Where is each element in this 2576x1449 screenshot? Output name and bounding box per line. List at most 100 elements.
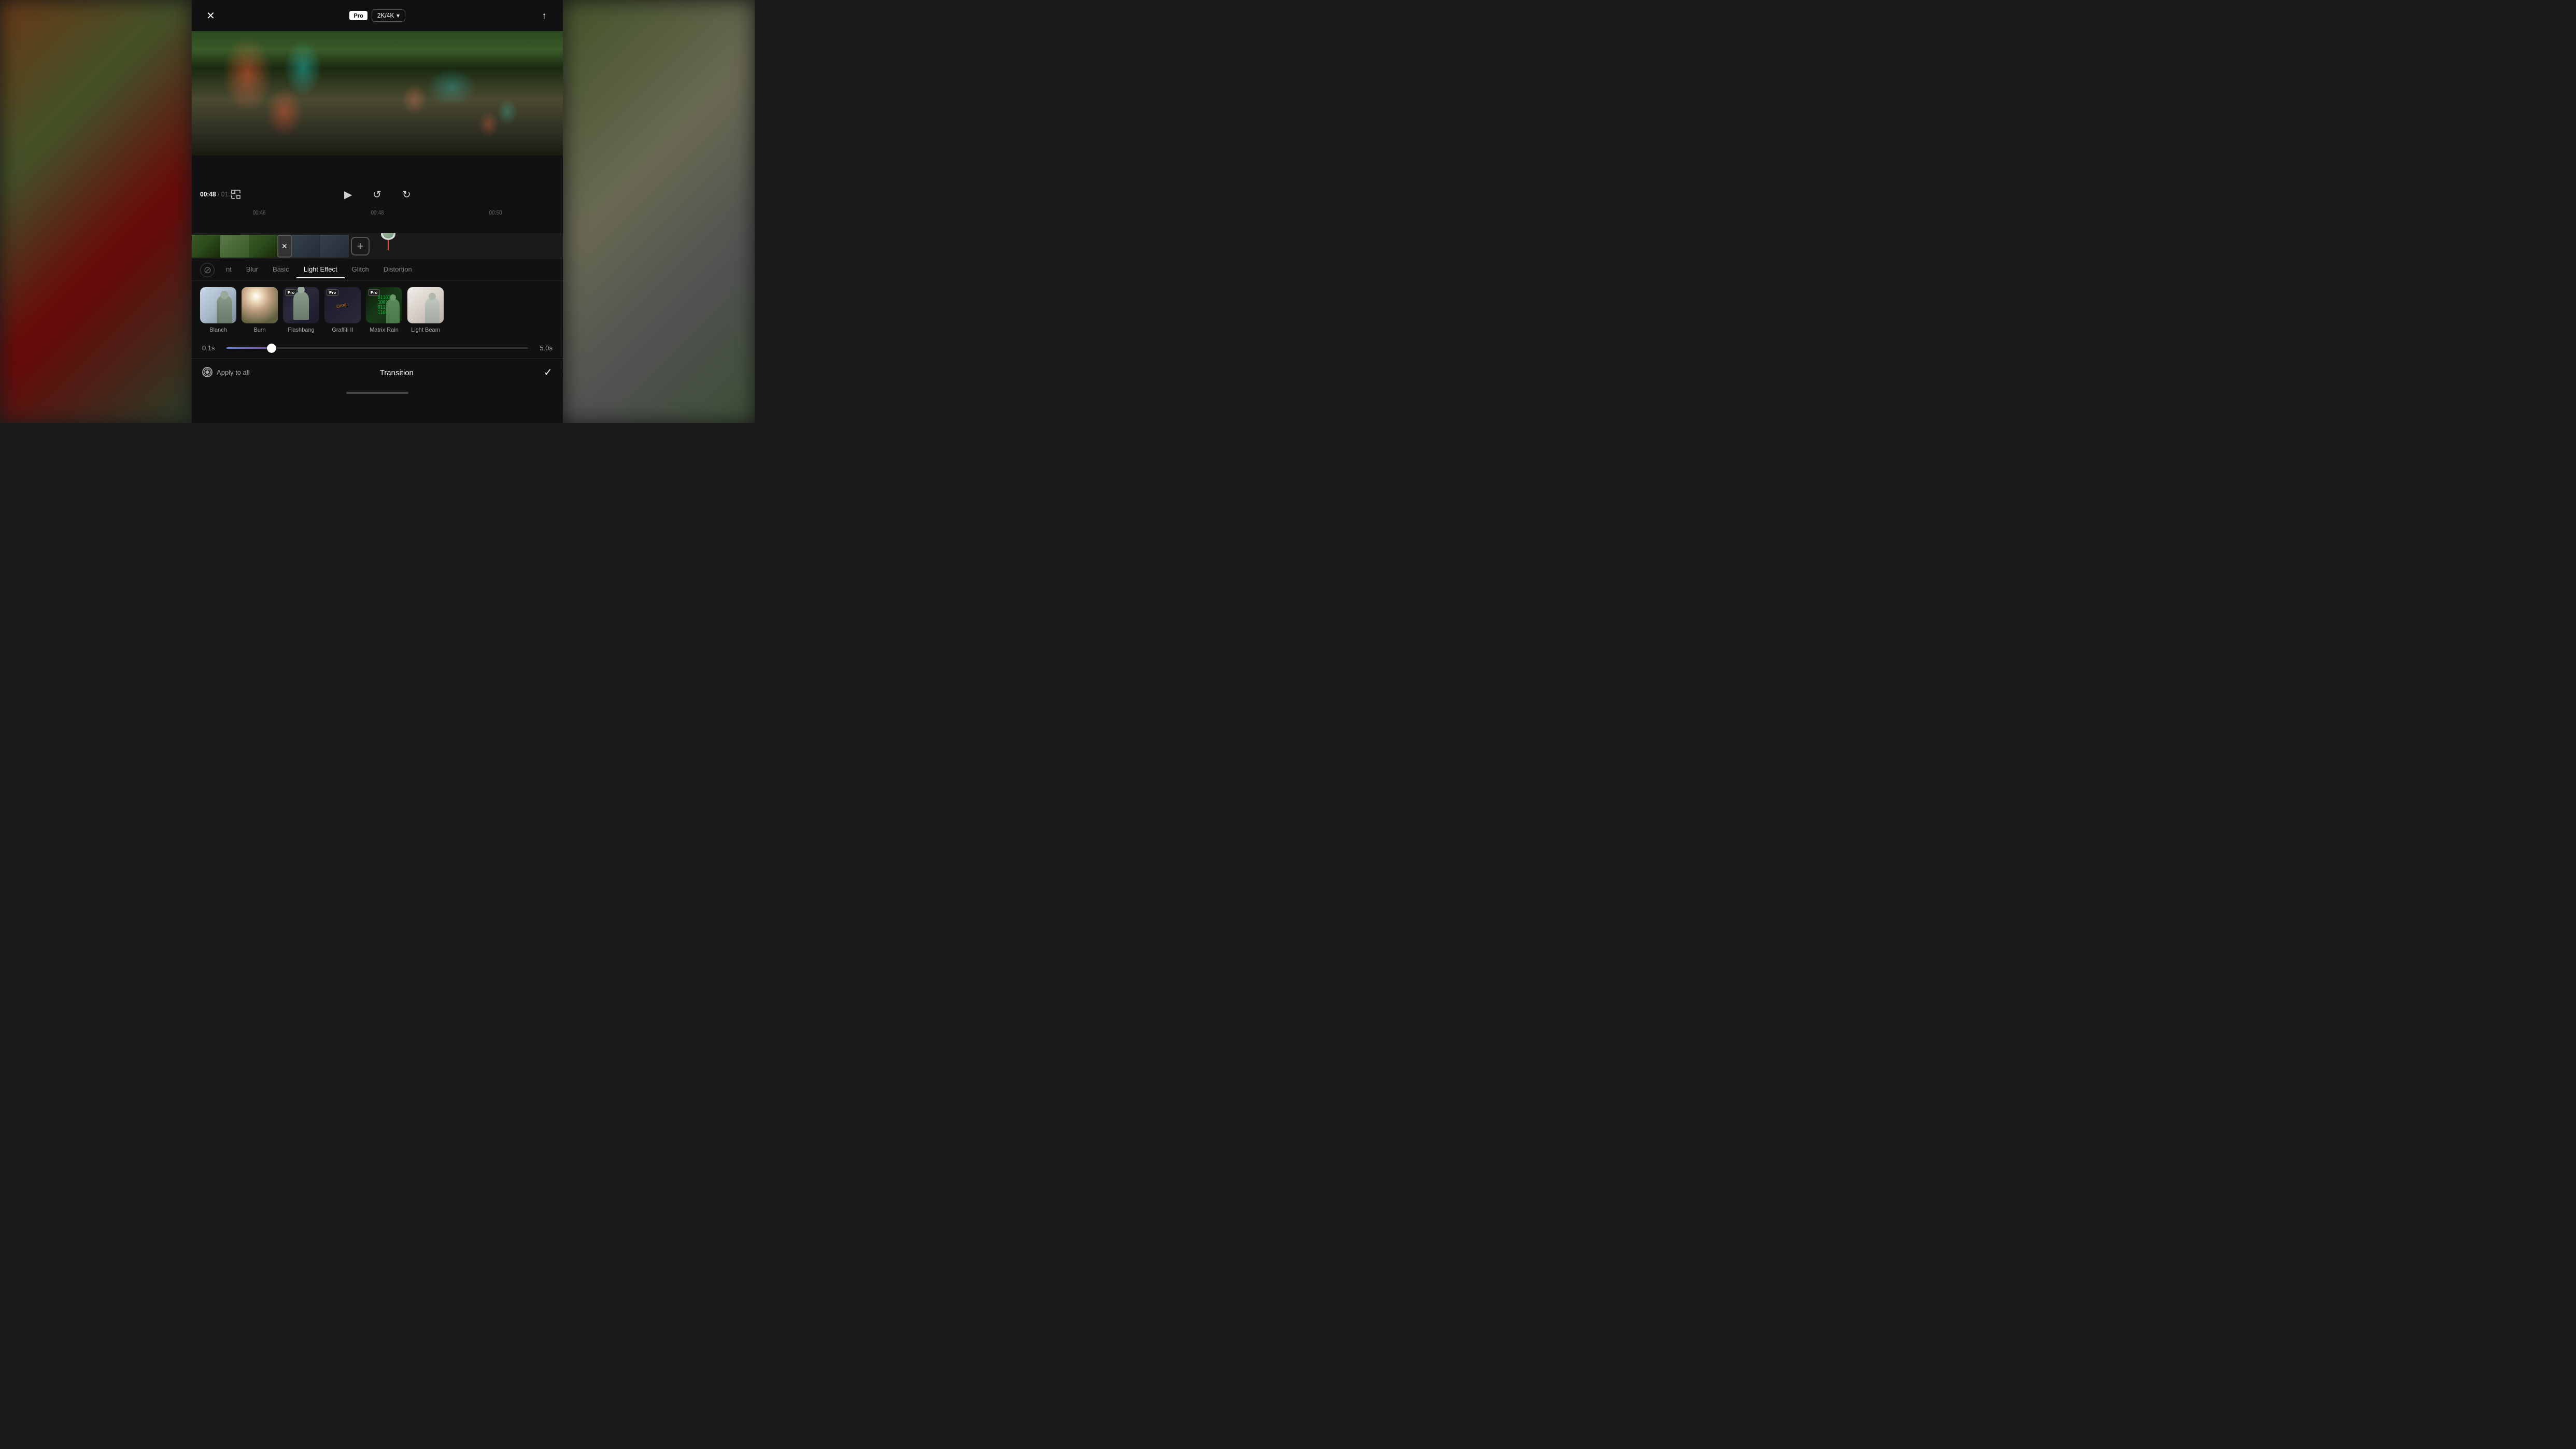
chroma-cyan-overlay bbox=[192, 31, 563, 155]
tick-00-50: 00:50 bbox=[436, 210, 555, 216]
blanch-person bbox=[217, 295, 232, 323]
svg-point-7 bbox=[206, 371, 208, 373]
toolbar-center: Pro 2K/4K ▾ bbox=[349, 9, 405, 22]
confirm-button[interactable]: ✓ bbox=[544, 366, 553, 378]
flashbang-head bbox=[298, 287, 305, 293]
thumb-img-4 bbox=[292, 235, 320, 258]
tab-blur[interactable]: Blur bbox=[239, 261, 265, 278]
effects-grid: Blanch Burn Pro Flashbang P bbox=[192, 281, 563, 338]
svg-rect-0 bbox=[232, 190, 235, 193]
timeline-ticks: 00:46 00:48 00:50 bbox=[192, 207, 563, 218]
thumbnail-4 bbox=[292, 235, 320, 258]
matrix-head bbox=[390, 294, 396, 301]
toolbar-left: ✕ bbox=[202, 7, 219, 24]
tick-00-48: 00:48 bbox=[318, 210, 436, 216]
effect-thumb-flashbang: Pro bbox=[283, 287, 319, 323]
tab-distortion[interactable]: Distortion bbox=[376, 261, 419, 278]
flashbang-content bbox=[283, 287, 319, 323]
burn-overlay bbox=[242, 287, 278, 323]
tab-none[interactable]: ⊘ bbox=[200, 263, 215, 277]
apply-icon bbox=[202, 367, 213, 377]
burn-label: Burn bbox=[253, 326, 265, 333]
home-indicator bbox=[192, 386, 563, 400]
resolution-label: 2K/4K bbox=[377, 12, 394, 19]
blanch-person-head bbox=[220, 291, 229, 299]
bg-right-panel bbox=[563, 0, 755, 423]
home-bar bbox=[346, 392, 408, 394]
thumbnail-3 bbox=[249, 235, 277, 258]
thumb-img-1 bbox=[192, 235, 220, 258]
matrix-label: Matrix Rain bbox=[370, 326, 399, 333]
add-icon: + bbox=[357, 239, 364, 253]
slider-fill bbox=[227, 347, 272, 349]
redo-button[interactable]: ↻ bbox=[402, 188, 411, 201]
expand-button[interactable] bbox=[231, 190, 240, 199]
thumbnail-5 bbox=[320, 235, 349, 258]
tab-basic[interactable]: Basic bbox=[265, 261, 296, 278]
graffiti-text: Omg.. bbox=[324, 287, 361, 323]
undo-button[interactable]: ↺ bbox=[373, 188, 381, 201]
effect-matrix[interactable]: Pro 01101100100111011001 Matrix Rain bbox=[366, 287, 402, 333]
blanch-label: Blanch bbox=[209, 326, 227, 333]
effect-thumb-blanch bbox=[200, 287, 236, 323]
effect-blanch[interactable]: Blanch bbox=[200, 287, 236, 333]
flashbang-figure bbox=[293, 291, 309, 320]
thumb-img-3 bbox=[249, 235, 277, 258]
play-button[interactable]: ▶ bbox=[344, 188, 352, 201]
time-separator: / bbox=[218, 191, 219, 198]
effect-burn[interactable]: Burn bbox=[242, 287, 278, 333]
tab-none-icon: ⊘ bbox=[204, 264, 211, 276]
thumbnail-1 bbox=[192, 235, 220, 258]
slider-track[interactable] bbox=[227, 347, 528, 349]
close-button[interactable]: ✕ bbox=[202, 7, 219, 24]
lightbeam-label: Light Beam bbox=[411, 326, 440, 333]
playhead-line bbox=[388, 240, 389, 250]
lightbeam-figure bbox=[425, 297, 440, 323]
current-time: 00:48 bbox=[200, 191, 216, 198]
tab-glitch[interactable]: Glitch bbox=[345, 261, 376, 278]
apply-all-button[interactable]: Apply to all bbox=[202, 367, 250, 377]
effect-lightbeam[interactable]: Light Beam bbox=[407, 287, 444, 333]
lightbeam-head bbox=[429, 293, 436, 300]
playhead-thumb bbox=[381, 233, 395, 240]
svg-point-6 bbox=[204, 369, 210, 375]
effect-thumb-burn bbox=[242, 287, 278, 323]
add-clip-button[interactable]: + bbox=[351, 237, 370, 255]
effect-graffiti[interactable]: Pro Omg.. Graffiti II bbox=[324, 287, 361, 333]
slider-thumb[interactable] bbox=[267, 344, 276, 353]
thumb-img-2 bbox=[220, 235, 249, 258]
effect-thumb-graffiti: Pro Omg.. bbox=[324, 287, 361, 323]
editor-panel: ✕ Pro 2K/4K ▾ ↑ 00:48 / 01:15 bbox=[192, 0, 563, 423]
playhead[interactable] bbox=[381, 233, 395, 250]
playhead-avatar bbox=[383, 233, 394, 238]
apply-row: Apply to all Transition ✓ bbox=[192, 358, 563, 386]
svg-rect-1 bbox=[237, 195, 240, 198]
duration-slider-row: 0.1s 5.0s bbox=[192, 338, 563, 358]
playback-controls: 00:48 / 01:15 ▶ ↺ ↻ bbox=[192, 181, 563, 207]
upload-button[interactable]: ↑ bbox=[536, 7, 553, 24]
tick-00-46: 00:46 bbox=[200, 210, 318, 216]
bg-left-panel bbox=[0, 0, 192, 423]
spacer bbox=[192, 155, 563, 181]
effect-thumb-lightbeam bbox=[407, 287, 444, 323]
apply-icon-svg bbox=[203, 367, 211, 377]
thumbnail-2 bbox=[220, 235, 249, 258]
resolution-arrow-icon: ▾ bbox=[397, 12, 400, 19]
slider-max-label: 5.0s bbox=[534, 344, 553, 352]
apply-all-label: Apply to all bbox=[217, 368, 250, 376]
resolution-button[interactable]: 2K/4K ▾ bbox=[372, 9, 405, 22]
video-preview bbox=[192, 31, 563, 155]
cut-icon: ✕ bbox=[281, 242, 288, 250]
matrix-figure bbox=[386, 299, 400, 323]
expand-icon bbox=[231, 190, 240, 199]
slider-min-label: 0.1s bbox=[202, 344, 220, 352]
thumb-img-5 bbox=[320, 235, 349, 258]
cut-marker[interactable]: ✕ bbox=[277, 235, 292, 258]
toolbar-right: ↑ bbox=[536, 7, 553, 24]
flashbang-label: Flashbang bbox=[288, 326, 314, 333]
timeline-area: 00:46 00:48 00:50 bbox=[192, 207, 563, 233]
toolbar: ✕ Pro 2K/4K ▾ ↑ bbox=[192, 0, 563, 31]
tab-light-effect[interactable]: Light Effect bbox=[296, 261, 345, 278]
effect-flashbang[interactable]: Pro Flashbang bbox=[283, 287, 319, 333]
tab-nt[interactable]: nt bbox=[219, 261, 239, 278]
